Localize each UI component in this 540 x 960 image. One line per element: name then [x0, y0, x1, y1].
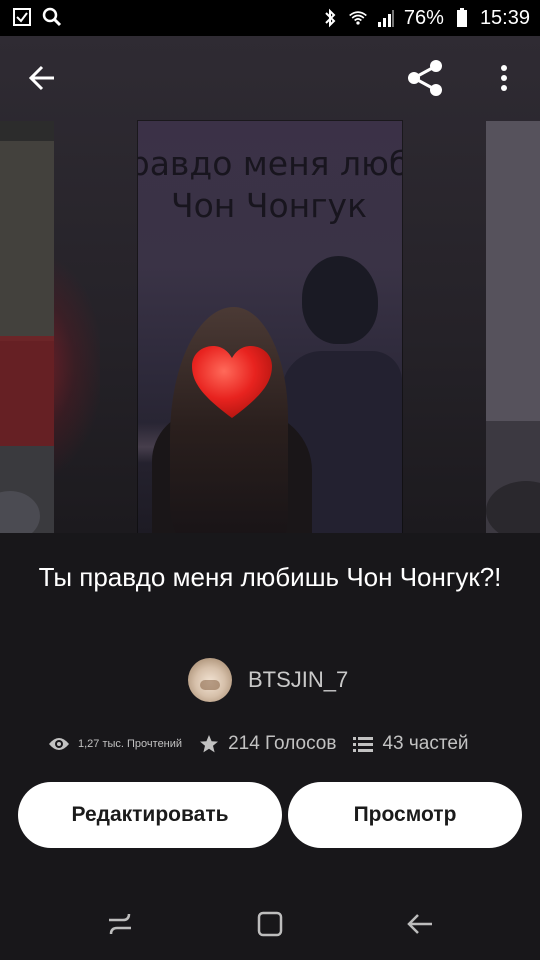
cover-carousel[interactable]: равдо меня люб Чон Чонгук: [0, 36, 540, 533]
parts-count: 43 частей: [382, 733, 469, 754]
back-icon[interactable]: [400, 908, 440, 940]
bluetooth-icon: [320, 8, 340, 28]
checkbox-notification-icon: [12, 7, 32, 27]
system-nav-bar: [0, 888, 540, 960]
author-name[interactable]: BTSJIN_7: [248, 667, 348, 693]
edit-button[interactable]: Редактировать: [18, 782, 282, 848]
previous-cover[interactable]: [0, 121, 54, 533]
battery-percent: 76%: [403, 7, 444, 29]
recents-icon[interactable]: [100, 908, 140, 940]
avatar[interactable]: [188, 658, 232, 702]
more-vert-icon[interactable]: [480, 54, 528, 102]
reads-stat: 1,27 тыс. Прочтений: [48, 733, 182, 755]
cover-title-line-1: равдо меня люб: [138, 144, 402, 183]
clock: 15:39: [479, 7, 530, 29]
signal-icon: [376, 8, 396, 28]
author-link[interactable]: BTSJIN_7: [188, 657, 348, 703]
battery-icon: [452, 8, 472, 28]
list-icon: [352, 733, 374, 755]
star-icon: [198, 733, 220, 755]
view-button[interactable]: Просмотр: [288, 782, 522, 848]
next-cover[interactable]: [486, 121, 540, 533]
story-details-screen: 76% 15:39 равдо меня люб Чон Чонгук Ты п…: [0, 0, 540, 960]
search-icon: [42, 7, 62, 27]
wifi-icon: [348, 8, 368, 28]
eye-icon: [48, 733, 70, 755]
cover-title-line-2: Чон Чонгук: [170, 186, 368, 225]
parts-stat: 43 частей: [352, 733, 469, 755]
share-icon[interactable]: [402, 54, 450, 102]
cover-title: равдо меня люб Чон Чонгук: [138, 143, 402, 227]
story-stats: 1,27 тыс. Прочтений 214 Голосов 43 часте…: [48, 730, 469, 758]
avatar-image-detail: [200, 680, 220, 690]
votes-count: 214 Голосов: [228, 733, 337, 754]
home-icon[interactable]: [250, 908, 290, 940]
cover-figure-boy-head: [302, 256, 378, 344]
story-title: Ты правдо меня любишь Чон Чонгук?!: [38, 562, 502, 592]
back-arrow-icon[interactable]: [18, 54, 66, 102]
status-bar: 76% 15:39: [0, 0, 540, 36]
votes-stat: 214 Голосов: [198, 733, 336, 755]
book-cover[interactable]: равдо меня люб Чон Чонгук: [138, 121, 402, 533]
cover-figure-girl-hair: [170, 307, 288, 533]
heart-icon: [192, 346, 272, 418]
reads-count: 1,27 тыс. Прочтений: [78, 738, 183, 750]
